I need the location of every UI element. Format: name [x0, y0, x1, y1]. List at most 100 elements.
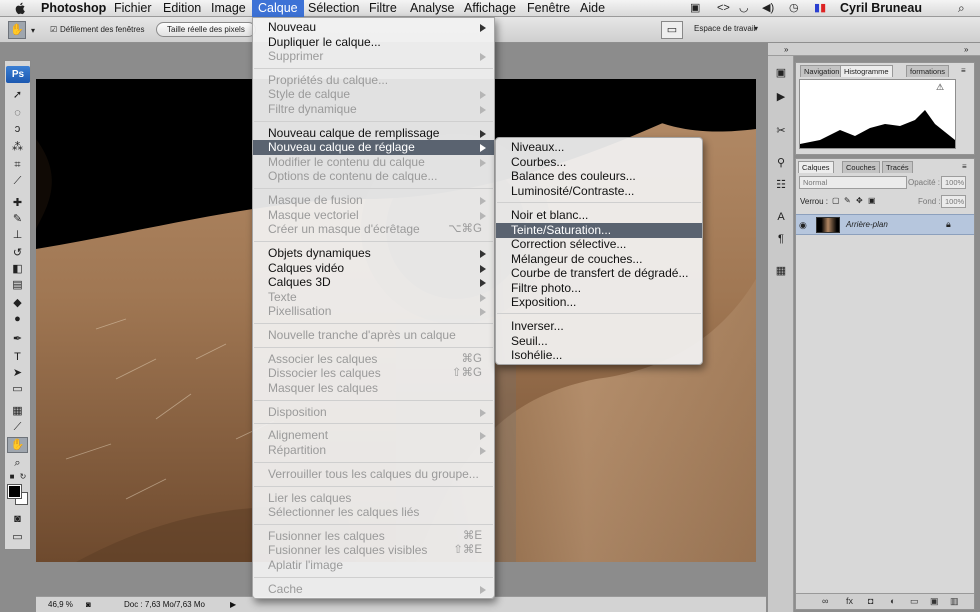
- submenu-item-courbes[interactable]: Courbes...: [496, 155, 702, 170]
- warning-icon[interactable]: ⚠: [936, 82, 944, 93]
- menu-item-calques-3d[interactable]: Calques 3D: [253, 275, 494, 290]
- workspace-dropdown[interactable]: Espace de travail: [694, 24, 755, 33]
- app-name[interactable]: Photoshop: [41, 0, 106, 17]
- submenu-item-balance-des-couleurs[interactable]: Balance des couleurs...: [496, 169, 702, 184]
- pen-tool-icon[interactable]: ✒: [7, 331, 28, 347]
- default-colors-icon[interactable]: ■: [7, 469, 17, 485]
- tab-informations[interactable]: formations: [906, 65, 950, 77]
- panel-menu-icon[interactable]: ≡: [961, 66, 966, 75]
- delete-layer-icon[interactable]: ▥: [950, 596, 959, 607]
- new-layer-icon[interactable]: ▣: [930, 596, 939, 607]
- submenu-item-seuil[interactable]: Seuil...: [496, 334, 702, 349]
- dodge-tool-icon[interactable]: ●: [7, 311, 28, 327]
- menu-calque[interactable]: Calque: [252, 0, 304, 17]
- submenu-item-teinte-saturation[interactable]: Teinte/Saturation...: [496, 223, 702, 238]
- tab-histogram[interactable]: Histogramme: [840, 65, 893, 77]
- path-selection-icon[interactable]: ➤: [7, 365, 28, 381]
- status-info-icon[interactable]: ◙: [86, 600, 91, 609]
- menu-analyse[interactable]: Analyse: [410, 0, 454, 17]
- menu-item-objets-dynamiques[interactable]: Objets dynamiques: [253, 246, 494, 261]
- layer-row[interactable]: ◉ Arrière-plan 🔒︎: [796, 214, 974, 235]
- adjustment-layer-icon[interactable]: ◐: [890, 596, 895, 606]
- scroll-all-checkbox[interactable]: ☑: [50, 25, 57, 34]
- bridge-icon[interactable]: ▭: [661, 21, 683, 39]
- eraser-tool-icon[interactable]: ◧: [7, 261, 28, 277]
- menu-edition[interactable]: Edition: [163, 0, 201, 17]
- user-name[interactable]: Cyril Bruneau: [840, 0, 922, 17]
- type-tool-icon[interactable]: T: [7, 349, 28, 365]
- menu-image[interactable]: Image: [211, 0, 246, 17]
- link-layers-icon[interactable]: ∞: [822, 596, 828, 606]
- actions-icon[interactable]: ▶: [773, 90, 789, 104]
- menu-item-calques-video[interactable]: Calques vidéo: [253, 261, 494, 276]
- fill-field[interactable]: 100%: [941, 195, 966, 208]
- add-mask-icon[interactable]: ◘: [868, 596, 873, 606]
- lasso-tool-icon[interactable]: ↄ: [7, 121, 28, 137]
- menu-fichier[interactable]: Fichier: [114, 0, 152, 17]
- blur-tool-icon[interactable]: ◆: [7, 295, 28, 311]
- workspace-arrow-icon[interactable]: ▾: [754, 24, 758, 33]
- paragraph-icon[interactable]: ¶: [773, 232, 789, 246]
- lock-pixels-icon[interactable]: ✎: [844, 196, 851, 205]
- swap-colors-icon[interactable]: ↻: [18, 469, 28, 485]
- menu-fenetre[interactable]: Fenêtre: [527, 0, 570, 17]
- crop-tool-icon[interactable]: ⌗: [7, 157, 28, 173]
- clone-source-icon[interactable]: ⚲: [773, 156, 789, 170]
- hand-tool-icon[interactable]: ✋: [7, 437, 28, 453]
- eyedropper-icon[interactable]: ⟋: [7, 419, 28, 435]
- tab-paths[interactable]: Tracés: [882, 161, 913, 173]
- submenu-item-melangeur-de-couches[interactable]: Mélangeur de couches...: [496, 252, 702, 267]
- navigator-icon[interactable]: ▣: [773, 66, 789, 80]
- tab-channels[interactable]: Couches: [842, 161, 880, 173]
- layers-menu-icon[interactable]: ≡: [962, 162, 967, 171]
- lock-position-icon[interactable]: ✥: [856, 196, 863, 205]
- submenu-item-filtre-photo[interactable]: Filtre photo...: [496, 281, 702, 296]
- menu-item-dupliquer-le-calque[interactable]: Dupliquer le calque...: [253, 35, 494, 50]
- move-tool-icon[interactable]: ➚: [7, 87, 28, 103]
- submenu-item-inverser[interactable]: Inverser...: [496, 319, 702, 334]
- menu-item-nouveau[interactable]: Nouveau: [253, 20, 494, 35]
- menu-selection[interactable]: Sélection: [308, 0, 359, 17]
- quick-mask-icon[interactable]: ◙: [7, 511, 28, 527]
- info-icon[interactable]: ▦: [773, 264, 789, 278]
- scripts-icon[interactable]: <>: [717, 2, 730, 15]
- visibility-eye-icon[interactable]: ◉: [799, 220, 807, 231]
- history-brush-icon[interactable]: ↺: [7, 245, 28, 261]
- wifi-icon[interactable]: ◡: [739, 2, 749, 15]
- character-icon[interactable]: A: [773, 210, 789, 224]
- layer-name[interactable]: Arrière-plan: [846, 220, 888, 229]
- healing-brush-icon[interactable]: ✚: [7, 195, 28, 211]
- adjustments-icon[interactable]: ☷: [773, 178, 789, 192]
- submenu-item-correction-selective[interactable]: Correction sélective...: [496, 237, 702, 252]
- collapse-icon[interactable]: »: [784, 45, 788, 54]
- tools-presets-icon[interactable]: ✂: [773, 124, 789, 138]
- status-menu-arrow-icon[interactable]: ▶: [230, 600, 236, 609]
- submenu-item-luminosite-contraste[interactable]: Luminosité/Contraste...: [496, 184, 702, 199]
- volume-icon[interactable]: ◀): [762, 2, 774, 15]
- magic-wand-icon[interactable]: ⁂: [7, 139, 28, 155]
- lock-all-icon[interactable]: ▣: [868, 196, 876, 205]
- menu-item-nouveau-calque-de-reglage[interactable]: Nouveau calque de réglage: [253, 140, 494, 155]
- submenu-item-courbe-de-transfert-de-degrade[interactable]: Courbe de transfert de dégradé...: [496, 266, 702, 281]
- apple-icon[interactable]: [14, 2, 26, 15]
- hand-tool-preset-icon[interactable]: ✋: [8, 21, 26, 39]
- slice-tool-icon[interactable]: ⟋: [7, 173, 28, 189]
- menu-affichage[interactable]: Affichage: [464, 0, 516, 17]
- new-group-icon[interactable]: ▭: [910, 596, 919, 607]
- preset-dropdown-arrow-icon[interactable]: ▾: [31, 26, 35, 35]
- layer-style-icon[interactable]: fx: [846, 596, 853, 606]
- clone-stamp-icon[interactable]: ⊥: [7, 227, 28, 243]
- gradient-tool-icon[interactable]: ▤: [7, 277, 28, 293]
- submenu-item-noir-et-blanc[interactable]: Noir et blanc...: [496, 208, 702, 223]
- tab-layers[interactable]: Calques: [798, 161, 834, 173]
- submenu-item-exposition[interactable]: Exposition...: [496, 295, 702, 310]
- opacity-field[interactable]: 100%: [941, 176, 966, 189]
- screen-mode-icon[interactable]: ▭: [7, 529, 28, 545]
- zoom-level[interactable]: 46,9 %: [48, 600, 73, 609]
- shape-tool-icon[interactable]: ▭: [7, 381, 28, 397]
- notes-tool-icon[interactable]: ▦: [7, 403, 28, 419]
- menu-item-nouveau-calque-de-remplissage[interactable]: Nouveau calque de remplissage: [253, 126, 494, 141]
- menu-aide[interactable]: Aide: [580, 0, 605, 17]
- submenu-item-niveaux[interactable]: Niveaux...: [496, 140, 702, 155]
- time-machine-icon[interactable]: ◷: [789, 2, 799, 15]
